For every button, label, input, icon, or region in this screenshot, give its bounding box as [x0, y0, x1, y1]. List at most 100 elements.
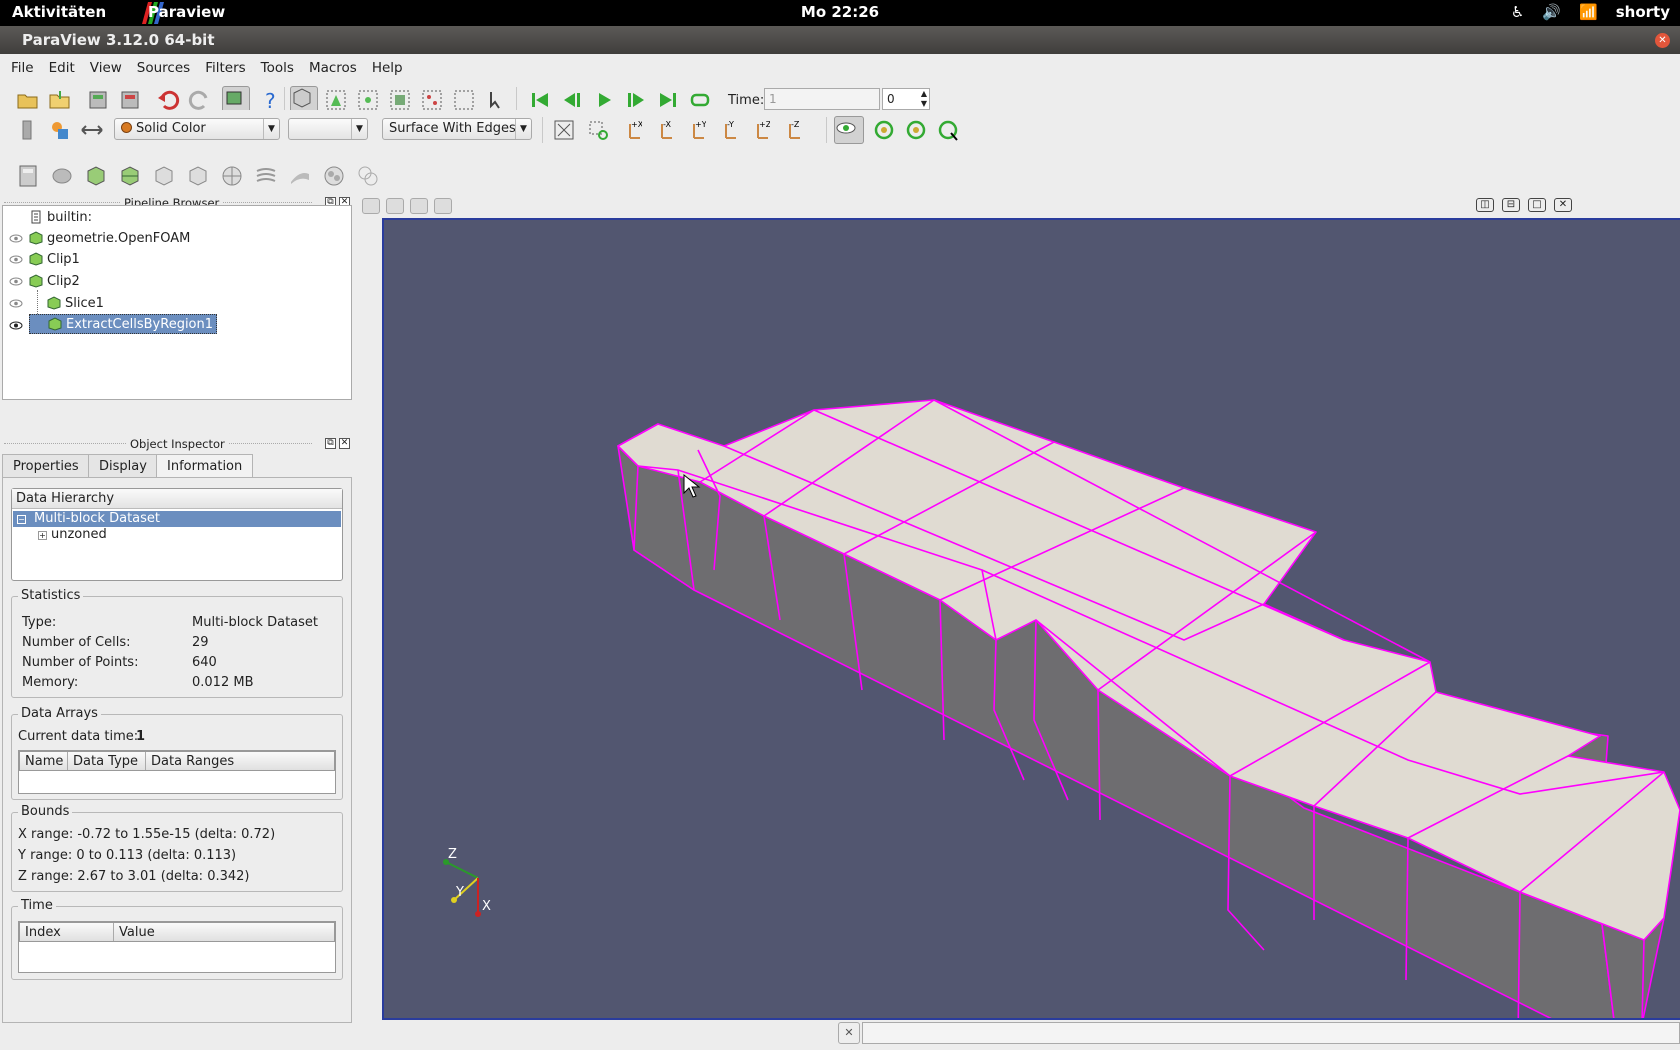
- float-panel-icon[interactable]: ⧉: [325, 438, 336, 449]
- glyph-icon[interactable]: [220, 164, 244, 188]
- split-horizontal-icon[interactable]: ◫: [1476, 198, 1494, 212]
- rotate-center-icon[interactable]: [936, 118, 960, 142]
- previous-frame-icon[interactable]: [560, 88, 584, 112]
- time-index-spinbox[interactable]: 0 ▲ ▼: [882, 88, 930, 110]
- col-data-type[interactable]: Data Type: [68, 752, 146, 770]
- camera-redo-view-icon[interactable]: [386, 198, 404, 214]
- extract-level-icon[interactable]: [356, 164, 380, 188]
- calculator-icon[interactable]: [16, 164, 40, 188]
- accessibility-icon[interactable]: ♿: [1511, 3, 1524, 21]
- spin-arrows-icon[interactable]: ▲ ▼: [921, 89, 927, 109]
- redo-icon[interactable]: [188, 88, 212, 112]
- clock[interactable]: Mo 22:26: [0, 3, 1680, 21]
- tab-information[interactable]: Information: [156, 454, 254, 479]
- view-plus-x-icon[interactable]: +X: [618, 118, 644, 142]
- clip-icon[interactable]: [84, 164, 108, 188]
- app-menu[interactable]: Paraview: [148, 3, 225, 21]
- menu-file[interactable]: File: [10, 54, 43, 80]
- contour-icon[interactable]: [50, 164, 74, 188]
- reset-center-icon[interactable]: [872, 118, 896, 142]
- activities-button[interactable]: Aktivitäten: [12, 3, 106, 21]
- warp-by-vector-icon[interactable]: [288, 164, 312, 188]
- data-hierarchy-tree[interactable]: Data Hierarchy − Multi-block Dataset + unz…: [11, 488, 343, 581]
- collapse-icon[interactable]: −: [17, 515, 26, 524]
- rescale-range-icon[interactable]: [80, 118, 104, 142]
- view-minus-y-icon[interactable]: -Y: [714, 118, 738, 142]
- col-index[interactable]: Index: [20, 923, 114, 941]
- component-combo[interactable]: ▼: [288, 118, 368, 140]
- col-value[interactable]: Value: [114, 923, 334, 941]
- time-value-field[interactable]: [764, 88, 880, 110]
- render-view[interactable]: Z Y X: [382, 218, 1680, 1050]
- edit-color-map-icon[interactable]: [48, 118, 72, 142]
- select-cells-through-icon[interactable]: [388, 88, 412, 112]
- open-icon[interactable]: [16, 88, 40, 112]
- threshold-icon[interactable]: [152, 164, 176, 188]
- split-vertical-icon[interactable]: ⊟: [1502, 198, 1520, 212]
- pipeline-item-extractcellsbyregion1[interactable]: ExtractCellsByRegion1: [29, 314, 218, 334]
- capture-image-icon[interactable]: [434, 198, 452, 214]
- show-center-icon[interactable]: [834, 116, 864, 144]
- user-menu[interactable]: shorty: [1616, 3, 1670, 21]
- toggle-color-legend-icon[interactable]: [16, 118, 40, 142]
- menu-filters[interactable]: Filters: [199, 54, 254, 80]
- undo-icon[interactable]: [156, 88, 180, 112]
- menu-macros[interactable]: Macros: [303, 54, 366, 80]
- connect-icon[interactable]: [86, 88, 110, 112]
- view-minus-x-icon[interactable]: -X: [650, 118, 674, 142]
- menu-edit[interactable]: Edit: [43, 54, 84, 80]
- hier-item-multiblock[interactable]: − Multi-block Dataset: [13, 511, 341, 527]
- clear-selection-icon[interactable]: [484, 88, 508, 112]
- window-close-button[interactable]: ✕: [1655, 33, 1670, 48]
- last-frame-icon[interactable]: [656, 88, 680, 112]
- representation-combo[interactable]: Surface With Edges ▼: [382, 118, 532, 140]
- maximize-view-icon[interactable]: □: [1528, 198, 1546, 212]
- group-datasets-icon[interactable]: [322, 164, 346, 188]
- tab-properties[interactable]: Properties: [2, 454, 90, 478]
- view-minus-z-icon[interactable]: -Z: [778, 118, 802, 142]
- pipeline-item-slice1[interactable]: Slice1: [47, 293, 104, 313]
- visibility-eye-icon[interactable]: [9, 321, 23, 330]
- stream-tracer-icon[interactable]: [254, 164, 278, 188]
- slice-icon[interactable]: [118, 164, 142, 188]
- select-block-icon[interactable]: [452, 88, 476, 112]
- pipeline-item-geometrie[interactable]: geometrie.OpenFOAM: [29, 228, 190, 248]
- next-frame-icon[interactable]: [624, 88, 648, 112]
- close-panel-icon[interactable]: ✕: [339, 438, 350, 449]
- tab-display[interactable]: Display: [88, 454, 158, 478]
- expand-icon[interactable]: +: [38, 531, 47, 540]
- help-icon[interactable]: ?: [258, 88, 282, 113]
- col-name[interactable]: Name: [20, 752, 68, 770]
- view-settings-icon[interactable]: [410, 198, 428, 214]
- menu-sources[interactable]: Sources: [131, 54, 199, 80]
- pick-center-icon[interactable]: [904, 118, 928, 142]
- select-points-through-icon[interactable]: [420, 88, 444, 112]
- data-arrays-table[interactable]: Name Data Type Data Ranges: [18, 750, 336, 794]
- pipeline-item-clip1[interactable]: Clip1: [29, 249, 80, 269]
- select-points-icon[interactable]: [356, 88, 380, 112]
- disconnect-icon[interactable]: [118, 88, 142, 112]
- camera-undo-view-icon[interactable]: [362, 198, 380, 214]
- visibility-eye-icon[interactable]: [9, 255, 23, 264]
- wifi-icon[interactable]: 📶: [1579, 3, 1598, 21]
- close-view-icon[interactable]: ✕: [1554, 198, 1572, 212]
- pipeline-item-builtin[interactable]: builtin:: [29, 207, 92, 227]
- first-frame-icon[interactable]: [528, 88, 552, 112]
- save-state-icon[interactable]: [48, 88, 72, 112]
- zoom-to-box-icon[interactable]: [586, 118, 610, 142]
- reset-camera-icon[interactable]: [552, 118, 576, 142]
- menu-view[interactable]: View: [84, 54, 131, 80]
- visibility-eye-icon[interactable]: [9, 234, 23, 243]
- select-cells-icon[interactable]: [324, 88, 348, 112]
- col-data-ranges[interactable]: Data Ranges: [146, 752, 334, 770]
- menu-tools[interactable]: Tools: [255, 54, 303, 80]
- visibility-eye-icon[interactable]: [9, 277, 23, 286]
- visibility-eye-icon[interactable]: [9, 299, 23, 308]
- hier-item-unzoned[interactable]: + unzoned: [38, 527, 107, 542]
- extract-subset-icon[interactable]: [186, 164, 210, 188]
- menu-help[interactable]: Help: [366, 54, 412, 80]
- pipeline-item-clip2[interactable]: Clip2: [29, 271, 80, 291]
- view-plus-y-icon[interactable]: +Y: [682, 118, 707, 142]
- view-plus-z-icon[interactable]: +Z: [746, 118, 772, 142]
- color-by-combo[interactable]: Solid Color ▼: [114, 118, 280, 140]
